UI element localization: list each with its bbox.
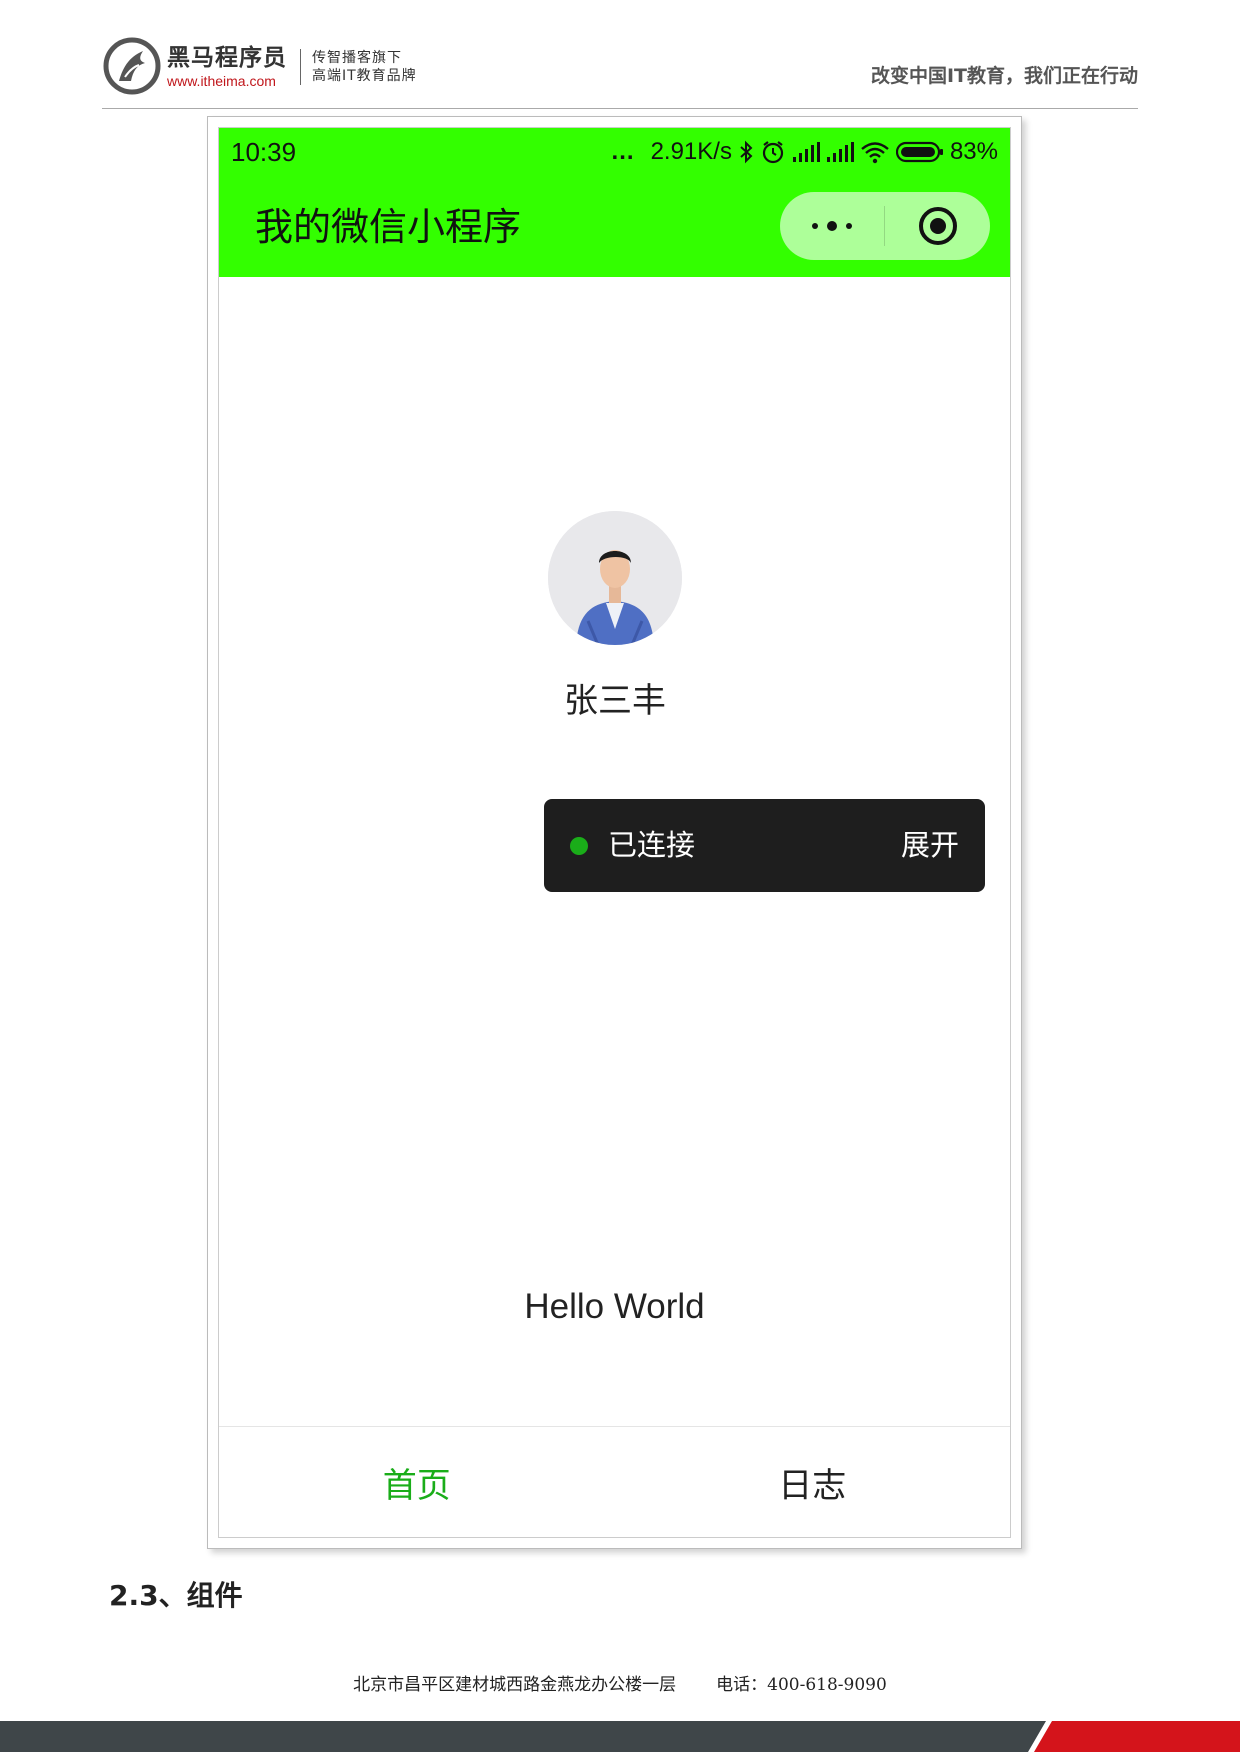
user-avatar[interactable] (548, 511, 682, 645)
section-heading: 2.3、组件 (109, 1579, 243, 1612)
tab-bar: 首页 日志 (219, 1426, 1010, 1537)
hello-text: Hello World (524, 1287, 705, 1326)
document-header: 黑马程序员 www.itheima.com 传智播客旗下 高端IT教育品牌 改变… (0, 0, 1240, 112)
brand-slogan-line1: 传智播客旗下 (312, 50, 402, 66)
connection-status: 已连接 (608, 828, 696, 862)
footer-contact: 北京市昌平区建材城西路金燕龙办公楼一层 电话：400-618-9090 (0, 1674, 1240, 1696)
avatar-photo (548, 511, 682, 645)
header-motto: 改变中国IT教育，我们正在行动 (870, 65, 1138, 87)
signal-icon (792, 142, 820, 162)
more-button[interactable] (780, 192, 884, 260)
tab-home[interactable]: 首页 (219, 1427, 615, 1537)
footer-phone: 电话：400-618-9090 (716, 1675, 887, 1695)
nav-title: 我的微信小程序 (255, 205, 522, 249)
footer-bar (0, 1721, 1240, 1752)
expand-button[interactable]: 展开 (901, 826, 959, 864)
bluetooth-icon (740, 140, 753, 164)
brand-name: 黑马程序员 (167, 45, 287, 71)
header-rule (102, 108, 1138, 109)
brand-divider (300, 49, 301, 85)
wifi-icon (861, 142, 889, 164)
brand-slogan-line2: 高端IT教育品牌 (312, 68, 417, 84)
phone-screen: 10:39 ... 2.91K/s 83% 我的微信小程序 张三丰 已连接 展开… (218, 127, 1011, 1538)
footer-red-accent (1028, 1721, 1240, 1752)
battery-percent: 83% (949, 138, 998, 165)
tab-log[interactable]: 日志 (615, 1427, 1011, 1537)
status-more-dots: ... (611, 138, 635, 165)
mini-program-navbar: 10:39 ... 2.91K/s 83% 我的微信小程序 (219, 128, 1010, 277)
user-nickname: 张三丰 (564, 681, 666, 721)
status-time: 10:39 (231, 137, 297, 167)
horse-logo-icon (103, 37, 161, 95)
phone-screenshot-frame: 10:39 ... 2.91K/s 83% 我的微信小程序 张三丰 已连接 展开… (207, 116, 1022, 1549)
signal-icon (826, 142, 854, 162)
more-icon (812, 221, 852, 231)
battery-icon (895, 141, 943, 163)
network-speed: 2.91K/s (650, 138, 732, 165)
menu-capsule (780, 192, 990, 260)
footer-address: 北京市昌平区建材城西路金燕龙办公楼一层 (353, 1675, 677, 1695)
connected-status-dot (570, 837, 588, 855)
close-button[interactable] (885, 192, 990, 260)
close-target-icon (918, 207, 957, 245)
alarm-icon (762, 141, 784, 164)
page-content: 张三丰 已连接 展开 Hello World (219, 277, 1010, 1427)
connection-toast: 已连接 展开 (544, 799, 985, 892)
status-indicators: ... 2.91K/s 83% (612, 136, 998, 168)
brand-url: www.itheima.com (167, 73, 276, 89)
